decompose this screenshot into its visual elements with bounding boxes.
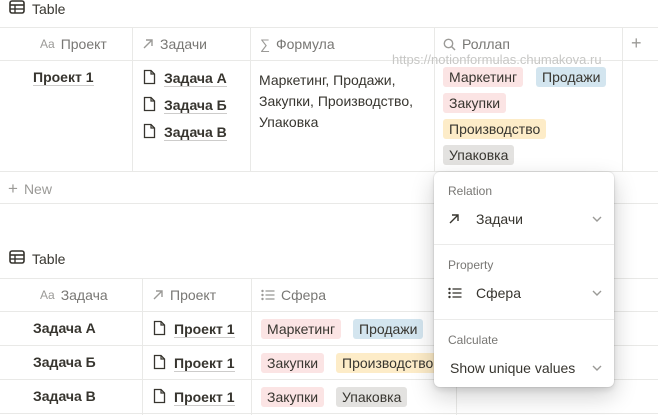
property-select[interactable]: Сфера [448, 285, 602, 301]
divider [0, 27, 658, 28]
rollup-tag: Упаковка [443, 145, 515, 165]
task-link[interactable]: Задача А [143, 69, 227, 88]
task-cell[interactable]: Задача В [33, 388, 96, 404]
task-cell[interactable]: Задача А [33, 320, 96, 336]
rollup-tag: Производство [443, 119, 547, 139]
divider [251, 278, 252, 415]
relation-arrow-icon [152, 289, 164, 301]
rollup-tag: Закупки [443, 93, 507, 113]
rollup-settings-popup: Relation Задачи Property Сфера Calculate… [434, 172, 614, 387]
table2-title-label: Table [32, 250, 66, 267]
page-icon [143, 123, 156, 142]
multi-select-list-icon [261, 289, 275, 301]
divider [622, 27, 623, 171]
sphere-tag: Закупки [261, 353, 325, 373]
sphere-tag: Упаковка [336, 387, 408, 407]
divider [434, 319, 614, 320]
plus-icon: + [8, 179, 18, 198]
table1-title[interactable]: Table [9, 0, 65, 17]
relation-arrow-icon [448, 213, 468, 225]
sphere-tag: Маркетинг [261, 319, 342, 339]
relation-label: Relation [448, 184, 493, 198]
task-link[interactable]: Задача В [143, 123, 227, 142]
divider [434, 27, 435, 171]
chevron-down-icon [592, 365, 602, 371]
formula-line: Маркетинг, Продажи, [259, 72, 396, 88]
sphere-tag: Продажи [353, 319, 424, 339]
watermark-text: https://notionformulas.chumakova.ru [392, 52, 602, 67]
formula-line: Упаковка [259, 114, 319, 130]
sigma-icon: ∑ [260, 36, 270, 52]
rollup-tag: Продажи [536, 67, 607, 87]
page-icon [153, 320, 166, 339]
divider [250, 27, 251, 171]
divider [132, 27, 133, 171]
chevron-down-icon [592, 216, 602, 222]
calculate-label: Calculate [448, 333, 499, 347]
sphere-tag: Производство [336, 353, 440, 373]
column-header-task[interactable]: Aa Задача [40, 287, 108, 303]
multi-select-list-icon [448, 287, 468, 299]
text-property-icon: Aa [40, 288, 55, 302]
table-icon [9, 250, 25, 267]
page-icon [153, 388, 166, 407]
property-label: Property [448, 258, 494, 272]
table2-title[interactable]: Table [9, 250, 65, 267]
rollup-tag: Маркетинг [443, 67, 524, 87]
page-icon [143, 69, 156, 88]
project-link[interactable]: Проект 1 [153, 320, 235, 339]
formula-cell[interactable]: Маркетинг, Продажи, Закупки, Производств… [259, 70, 413, 133]
column-header-project[interactable]: Aa Проект [40, 36, 107, 52]
text-property-icon: Aa [40, 37, 55, 51]
project-link[interactable]: Проект 1 [153, 388, 235, 407]
page-icon [153, 354, 166, 373]
project-link[interactable]: Проект 1 [153, 354, 235, 373]
column-header-sphere[interactable]: Сфера [261, 287, 326, 303]
relation-select[interactable]: Задачи [448, 211, 602, 227]
column-header-project[interactable]: Проект [152, 287, 216, 303]
new-row-button[interactable]: + New [8, 179, 52, 199]
table-icon [9, 0, 25, 17]
formula-line: Закупки, Производство, [259, 93, 413, 109]
column-header-rollup[interactable]: Роллап [443, 36, 510, 52]
project-cell[interactable]: Проект 1 [33, 69, 94, 86]
page-icon [143, 96, 156, 115]
table1-title-label: Table [32, 0, 66, 17]
divider [142, 278, 143, 415]
divider [0, 413, 658, 414]
chevron-down-icon [592, 290, 602, 296]
column-header-tasks[interactable]: Задачи [142, 36, 207, 52]
calculate-select[interactable]: Show unique values [448, 360, 602, 376]
sphere-tag: Закупки [261, 387, 325, 407]
add-column-plus-icon[interactable]: + [631, 33, 642, 54]
relation-arrow-icon [142, 38, 154, 50]
column-header-formula[interactable]: ∑ Формула [260, 36, 335, 52]
search-icon [443, 38, 456, 51]
divider [434, 244, 614, 245]
task-cell[interactable]: Задача Б [33, 354, 96, 370]
task-link[interactable]: Задача Б [143, 96, 227, 115]
